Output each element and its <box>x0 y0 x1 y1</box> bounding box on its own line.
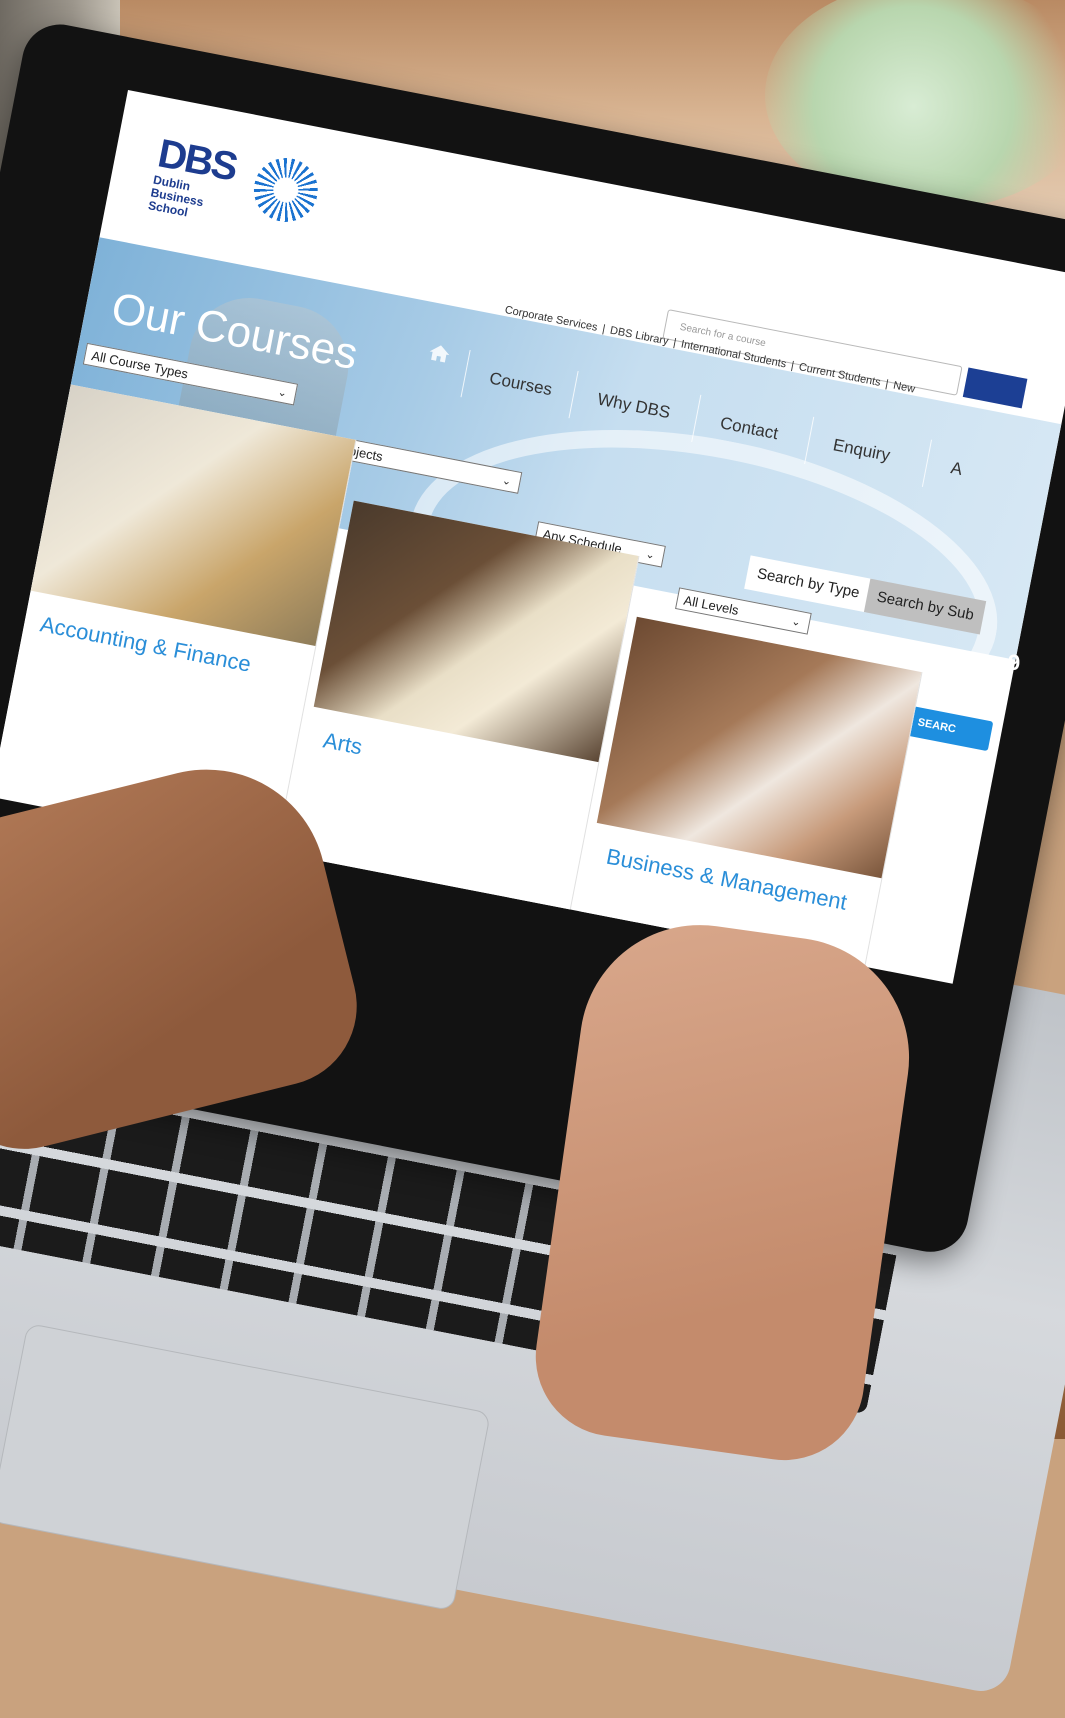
nav-why-dbs[interactable]: Why DBS <box>568 370 675 437</box>
card-title: Arts <box>321 727 365 760</box>
course-card-arts[interactable]: Arts <box>283 500 640 920</box>
page-number: 9 <box>1008 650 1021 675</box>
nav-more[interactable]: A <box>921 439 967 494</box>
home-icon[interactable] <box>427 342 452 364</box>
chevron-down-icon: ⌄ <box>644 548 656 562</box>
nav-courses[interactable]: Courses <box>460 349 557 414</box>
course-search-button[interactable] <box>962 367 1028 409</box>
dbs-logo[interactable]: DBS Dublin Business School <box>147 131 324 228</box>
chevron-down-icon: ⌄ <box>500 474 513 489</box>
chevron-down-icon: ⌄ <box>276 386 289 400</box>
trackpad <box>0 1322 491 1612</box>
logo-burst-icon <box>248 152 324 228</box>
chevron-down-icon: ⌄ <box>790 615 802 630</box>
